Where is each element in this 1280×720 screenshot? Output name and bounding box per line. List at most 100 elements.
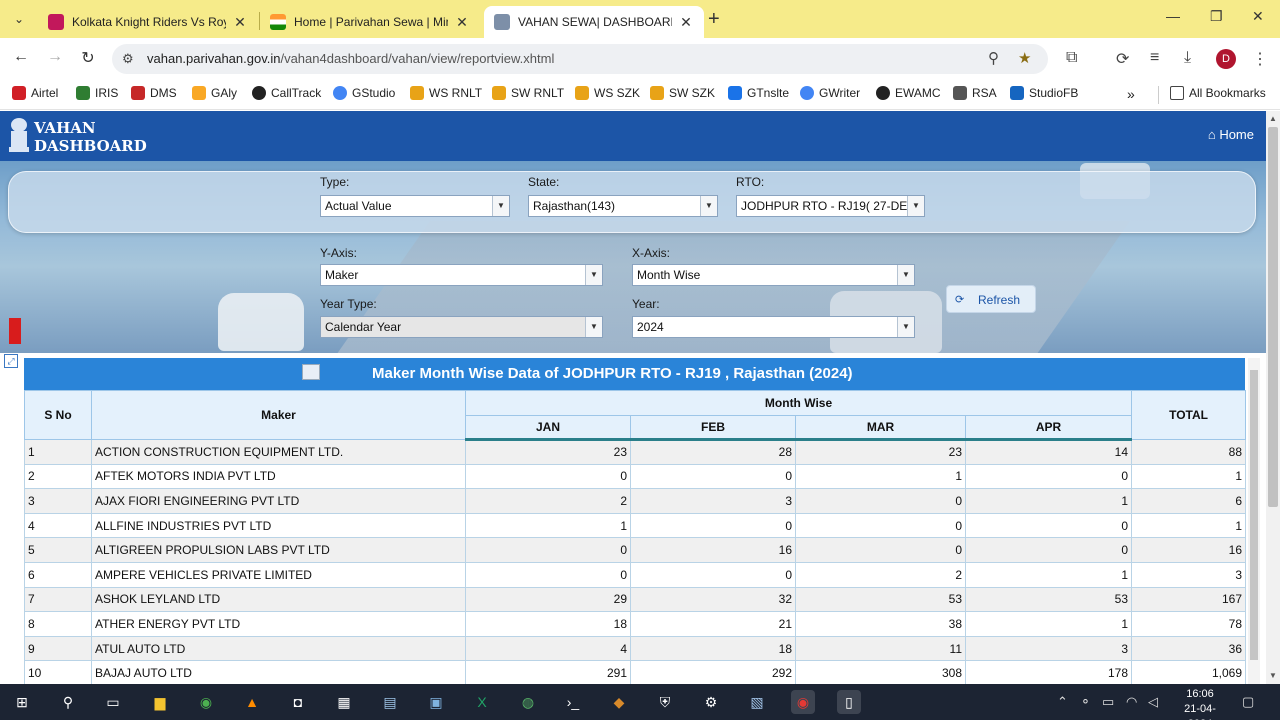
system-clock[interactable]: 16:06 21-04-2024	[1172, 687, 1228, 720]
cell-maker[interactable]: AJAX FIORI ENGINEERING PVT LTD	[91, 488, 466, 514]
scroll-up-icon[interactable]: ▲	[1269, 114, 1277, 123]
bookmark-sw-szk[interactable]: SW SZK	[650, 86, 715, 100]
address-bar[interactable]: ⚙ vahan.parivahan.gov.in/vahan4dashboard…	[112, 44, 1048, 74]
table-row[interactable]: 6 AMPERE VEHICLES PRIVATE LIMITED 0 0 2 1 3	[24, 561, 1247, 588]
cell-maker[interactable]: ACTION CONSTRUCTION EQUIPMENT LTD.	[91, 439, 466, 465]
scrollbar-thumb[interactable]	[1250, 370, 1258, 660]
back-arrow-icon[interactable]: ←	[10, 48, 32, 66]
table-row[interactable]: 2 AFTEK MOTORS INDIA PVT LTD 0 0 1 0 1	[24, 463, 1247, 490]
chrome-profile-icon[interactable]: ◉	[791, 690, 815, 714]
bookmark-ewamc[interactable]: EWAMC	[876, 86, 941, 100]
restore-icon[interactable]: ❐	[1210, 8, 1223, 25]
cell-maker[interactable]: ATHER ENERGY PVT LTD	[91, 611, 466, 637]
tab-search-button[interactable]: ⌄	[8, 9, 30, 29]
task-view-icon[interactable]: ▭	[101, 690, 125, 714]
extensions-icon[interactable]: ⧉	[1066, 49, 1077, 67]
table-row[interactable]: 10 BAJAJ AUTO LTD 291 292 308 178 1,069	[24, 660, 1247, 684]
bookmark-galy[interactable]: GAly	[192, 86, 237, 100]
vlc-icon[interactable]: ▲	[240, 690, 264, 714]
cell-maker[interactable]: AMPERE VEHICLES PRIVATE LIMITED	[91, 561, 466, 588]
browser-menu-icon[interactable]: ⋮	[1252, 49, 1268, 69]
cell-maker[interactable]: ATUL AUTO LTD	[91, 635, 466, 662]
browser-tab-vahan-active[interactable]: VAHAN SEWA| DASHBOARD ✕	[484, 6, 704, 38]
settings-gear-icon[interactable]: ⚙	[699, 690, 723, 714]
state-select[interactable]: Rajasthan(143) ▼	[528, 195, 718, 217]
file-explorer-icon[interactable]: ▆	[148, 690, 172, 714]
forward-arrow-icon[interactable]: →	[44, 48, 66, 66]
year-select[interactable]: 2024 ▼	[632, 316, 915, 338]
table-row[interactable]: 9 ATUL AUTO LTD 4 18 11 3 36	[24, 635, 1247, 662]
site-logo[interactable]: VAHAN DASHBOARD	[34, 119, 147, 155]
tray-overflow-icon[interactable]: ⌃	[1057, 694, 1068, 710]
bookmark-gstudio[interactable]: GStudio	[333, 86, 395, 100]
download-icon[interactable]: ⤓	[1184, 49, 1191, 67]
globe-icon[interactable]: ◍	[516, 690, 540, 714]
table-scrollbar[interactable]	[1248, 358, 1260, 684]
close-tab-icon[interactable]: ✕	[232, 14, 248, 31]
url-text[interactable]: vahan.parivahan.gov.in/vahan4dashboard/v…	[147, 51, 554, 66]
cell-maker[interactable]: AFTEK MOTORS INDIA PVT LTD	[91, 463, 466, 490]
bookmark-studiofb[interactable]: StudioFB	[1010, 86, 1078, 100]
notepad-icon[interactable]: ▤	[378, 690, 402, 714]
bookmark-star-icon[interactable]: ★	[1018, 49, 1031, 67]
x-axis-select[interactable]: Month Wise ▼	[632, 264, 915, 286]
month-header-mar[interactable]: MAR	[795, 415, 966, 441]
table-row[interactable]: 5 ALTIGREEN PROPULSION LABS PVT LTD 0 16 0 0 1…	[24, 537, 1247, 563]
battery-icon[interactable]: ▭	[1102, 694, 1114, 710]
notification-icon[interactable]: ▢	[1242, 694, 1254, 710]
close-tab-icon[interactable]: ✕	[454, 14, 470, 31]
performance-icon[interactable]: ⟳	[1116, 49, 1129, 69]
table-row[interactable]: 8 ATHER ENERGY PVT LTD 18 21 38 1 78	[24, 611, 1247, 637]
browser-tab-parivahan[interactable]: Home | Parivahan Sewa | Minis ✕	[260, 6, 480, 38]
bookmark-ws-szk[interactable]: WS SZK	[575, 86, 640, 100]
close-window-icon[interactable]: ✕	[1252, 8, 1264, 25]
bookmark-calltrack[interactable]: CallTrack	[252, 86, 321, 100]
calculator-icon[interactable]: ▦	[332, 690, 356, 714]
minimize-icon[interactable]: —	[1166, 8, 1180, 24]
bookmark-gwriter[interactable]: GWriter	[800, 86, 860, 100]
rto-select[interactable]: JODHPUR RTO - RJ19( 27-DE ▼	[736, 195, 925, 217]
sno-header[interactable]: S No	[24, 390, 92, 440]
camera-icon[interactable]: ◘	[286, 690, 310, 714]
bookmark-dms[interactable]: DMS	[131, 86, 177, 100]
bookmarks-overflow-icon[interactable]: »	[1127, 86, 1135, 102]
cell-maker[interactable]: BAJAJ AUTO LTD	[91, 660, 466, 684]
bookmark-airtel[interactable]: Airtel	[12, 86, 58, 100]
expand-icon[interactable]: ⤢	[4, 354, 18, 368]
month-header-feb[interactable]: FEB	[630, 415, 796, 441]
terminal-icon[interactable]: ›_	[561, 690, 585, 714]
reload-icon[interactable]: ↻	[77, 48, 99, 68]
table-row[interactable]: 1 ACTION CONSTRUCTION EQUIPMENT LTD. 23 28 2…	[24, 439, 1247, 465]
table-row[interactable]: 4 ALLFINE INDUSTRIES PVT LTD 1 0 0 0 1	[24, 512, 1247, 539]
windows-start-icon[interactable]: ⊞	[10, 690, 34, 714]
bookmark-iris[interactable]: IRIS	[76, 86, 118, 100]
bookmark-gtnslte[interactable]: GTnslte	[728, 86, 789, 100]
y-axis-select[interactable]: Maker ▼	[320, 264, 603, 286]
bookmark-rsa[interactable]: RSA	[953, 86, 997, 100]
cell-maker[interactable]: ASHOK LEYLAND LTD	[91, 586, 466, 613]
month-header-apr[interactable]: APR	[964, 415, 1133, 441]
bookmark-ws-rnlt[interactable]: WS RNLT	[410, 86, 482, 100]
cell-maker[interactable]: ALTIGREEN PROPULSION LABS PVT LTD	[91, 537, 466, 563]
wifi-icon[interactable]: ◠	[1126, 694, 1137, 710]
total-header[interactable]: TOTAL	[1131, 390, 1247, 440]
year-type-select[interactable]: Calendar Year ▼	[320, 316, 603, 338]
scrollbar-thumb[interactable]	[1268, 127, 1278, 507]
export-excel-icon[interactable]	[302, 364, 320, 380]
file-manager-icon[interactable]: ▯	[837, 690, 861, 714]
table-row[interactable]: 3 AJAX FIORI ENGINEERING PVT LTD 2 3 0 1 6	[24, 488, 1247, 514]
new-tab-button[interactable]: +	[708, 8, 720, 31]
microphone-icon[interactable]: ⚬	[1080, 694, 1091, 710]
side-panel-toggle-icon[interactable]	[9, 318, 21, 344]
close-tab-icon[interactable]: ✕	[678, 14, 694, 31]
outlook-icon[interactable]: ▣	[424, 690, 448, 714]
document-icon[interactable]: ▧	[745, 690, 769, 714]
app-icon[interactable]: ◆	[607, 690, 631, 714]
scroll-down-icon[interactable]: ▼	[1269, 671, 1277, 680]
browser-tab-kkr[interactable]: Kolkata Knight Riders Vs Royal ✕	[38, 6, 258, 38]
volume-icon[interactable]: ◁	[1148, 694, 1158, 710]
zoom-search-icon[interactable]: ⚲	[988, 49, 999, 67]
table-row[interactable]: 7 ASHOK LEYLAND LTD 29 32 53 53 167	[24, 586, 1247, 613]
cell-maker[interactable]: ALLFINE INDUSTRIES PVT LTD	[91, 512, 466, 539]
maker-header[interactable]: Maker	[91, 390, 466, 440]
